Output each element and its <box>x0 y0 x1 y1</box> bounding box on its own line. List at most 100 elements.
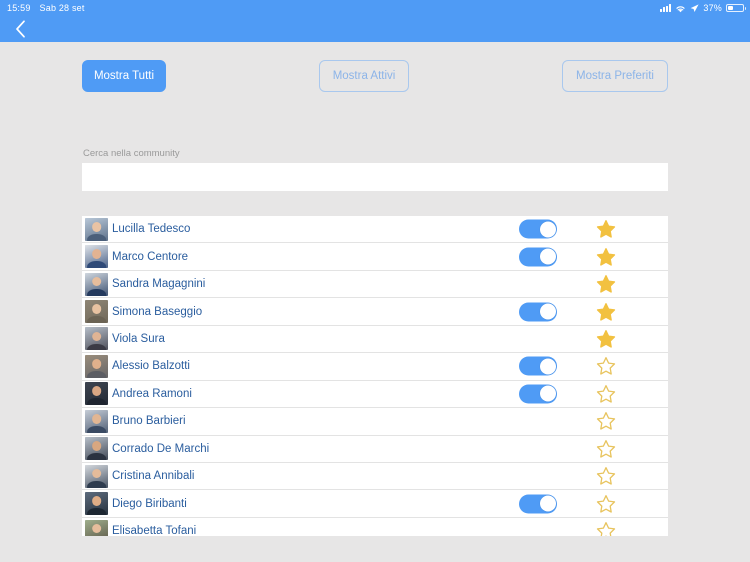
star-filled-icon <box>596 220 616 238</box>
list-item-name: Marco Centore <box>112 250 189 263</box>
battery-percent-label: 37% <box>703 3 722 13</box>
status-bar: 15:59 Sab 28 set 37% <box>0 0 750 16</box>
avatar <box>85 272 108 296</box>
list-item[interactable]: Viola Sura <box>82 325 668 354</box>
list-item-controls <box>508 298 668 324</box>
avatar <box>85 382 108 406</box>
star-filled-icon <box>596 247 616 266</box>
list-item-name: Elisabetta Tofani <box>112 525 197 536</box>
avatar <box>85 437 108 461</box>
location-arrow-icon <box>690 3 699 13</box>
favorite-toggle[interactable] <box>586 275 626 294</box>
star-filled-icon <box>596 275 616 293</box>
signal-bars-icon <box>660 4 672 12</box>
page-content: Mostra Tutti Mostra Attivi Mostra Prefer… <box>0 42 750 562</box>
favorite-toggle[interactable] <box>586 494 626 513</box>
active-toggle[interactable] <box>519 219 557 239</box>
list-item-controls <box>508 518 668 536</box>
active-toggle-slot <box>508 494 568 514</box>
search-input[interactable] <box>82 163 668 191</box>
avatar <box>85 354 108 378</box>
list-item[interactable]: Corrado De Marchi <box>82 435 668 463</box>
avatar <box>85 519 108 536</box>
search-section: Cerca nella community <box>82 148 668 191</box>
favorite-toggle[interactable] <box>586 522 626 536</box>
status-time: 15:59 <box>7 3 31 13</box>
community-list-scroll-area[interactable]: Lucilla Tedesco Marco Centore Sandra Magag… <box>82 216 668 536</box>
list-item[interactable]: Bruno Barbieri <box>82 408 668 436</box>
battery-icon <box>726 3 746 13</box>
nav-bar <box>0 16 750 42</box>
star-outline-icon <box>596 467 616 485</box>
active-toggle[interactable] <box>519 247 557 267</box>
avatar <box>85 464 108 488</box>
favorite-toggle[interactable] <box>586 467 626 486</box>
star-outline-icon <box>596 439 616 458</box>
list-item[interactable]: Cristina Annibali <box>82 462 668 491</box>
list-item-controls <box>508 436 668 462</box>
favorite-toggle[interactable] <box>586 302 626 321</box>
chevron-left-icon <box>15 20 25 38</box>
avatar <box>85 245 108 269</box>
list-item-name: Viola Sura <box>112 332 165 345</box>
active-toggle[interactable] <box>519 302 557 322</box>
avatar <box>85 492 108 516</box>
list-item-controls <box>508 463 668 489</box>
search-label: Cerca nella community <box>83 148 180 159</box>
list-item[interactable]: Simona Baseggio <box>82 298 668 326</box>
list-item-controls <box>508 353 668 379</box>
favorite-toggle[interactable] <box>586 329 626 348</box>
list-item[interactable]: Diego Biribanti <box>82 490 668 518</box>
star-filled-icon <box>596 330 616 348</box>
list-item-name: Diego Biribanti <box>112 497 187 510</box>
active-toggle-slot <box>508 356 568 376</box>
active-toggle[interactable] <box>519 356 557 376</box>
favorite-toggle[interactable] <box>586 439 626 458</box>
list-item-name: Bruno Barbieri <box>112 415 186 428</box>
list-item-controls <box>508 408 668 434</box>
favorite-toggle[interactable] <box>586 357 626 376</box>
list-item[interactable]: Sandra Magagnini <box>82 270 668 299</box>
list-item-name: Lucilla Tedesco <box>112 223 191 236</box>
community-list: Lucilla Tedesco Marco Centore Sandra Magag… <box>82 216 668 536</box>
favorite-toggle[interactable] <box>586 220 626 239</box>
list-item[interactable]: Marco Centore <box>82 243 668 271</box>
show-all-button[interactable]: Mostra Tutti <box>82 60 166 92</box>
list-item-controls <box>508 326 668 352</box>
avatar <box>85 327 108 351</box>
active-toggle-slot <box>508 247 568 267</box>
favorite-toggle[interactable] <box>586 412 626 431</box>
star-outline-icon <box>596 522 616 536</box>
list-item-name: Andrea Ramoni <box>112 387 192 400</box>
active-toggle-slot <box>508 302 568 322</box>
list-item[interactable]: Lucilla Tedesco <box>82 216 668 244</box>
list-item[interactable]: Alessio Balzotti <box>82 353 668 381</box>
star-filled-icon <box>596 302 616 321</box>
list-item-name: Cristina Annibali <box>112 470 195 483</box>
list-item-name: Alessio Balzotti <box>112 360 190 373</box>
avatar <box>85 300 108 324</box>
favorite-toggle[interactable] <box>586 247 626 266</box>
avatar <box>85 217 108 241</box>
wifi-icon <box>675 4 686 13</box>
list-item-controls <box>508 381 668 407</box>
active-toggle-slot <box>508 219 568 239</box>
star-outline-icon <box>596 412 616 430</box>
star-outline-icon <box>596 384 616 403</box>
list-item-controls <box>508 243 668 269</box>
list-item-controls <box>508 271 668 297</box>
star-outline-icon <box>596 357 616 376</box>
active-toggle[interactable] <box>519 384 557 404</box>
active-toggle-slot <box>508 384 568 404</box>
show-favorites-button[interactable]: Mostra Preferiti <box>562 60 668 92</box>
favorite-toggle[interactable] <box>586 384 626 403</box>
avatar <box>85 409 108 433</box>
status-date: Sab 28 set <box>39 3 85 13</box>
list-item-name: Sandra Magagnini <box>112 278 206 291</box>
list-item[interactable]: Andrea Ramoni <box>82 380 668 409</box>
back-button[interactable] <box>6 16 34 42</box>
list-item-controls <box>508 490 668 516</box>
show-active-button[interactable]: Mostra Attivi <box>318 60 410 92</box>
active-toggle[interactable] <box>519 494 557 514</box>
list-item[interactable]: Elisabetta Tofani <box>82 517 668 536</box>
